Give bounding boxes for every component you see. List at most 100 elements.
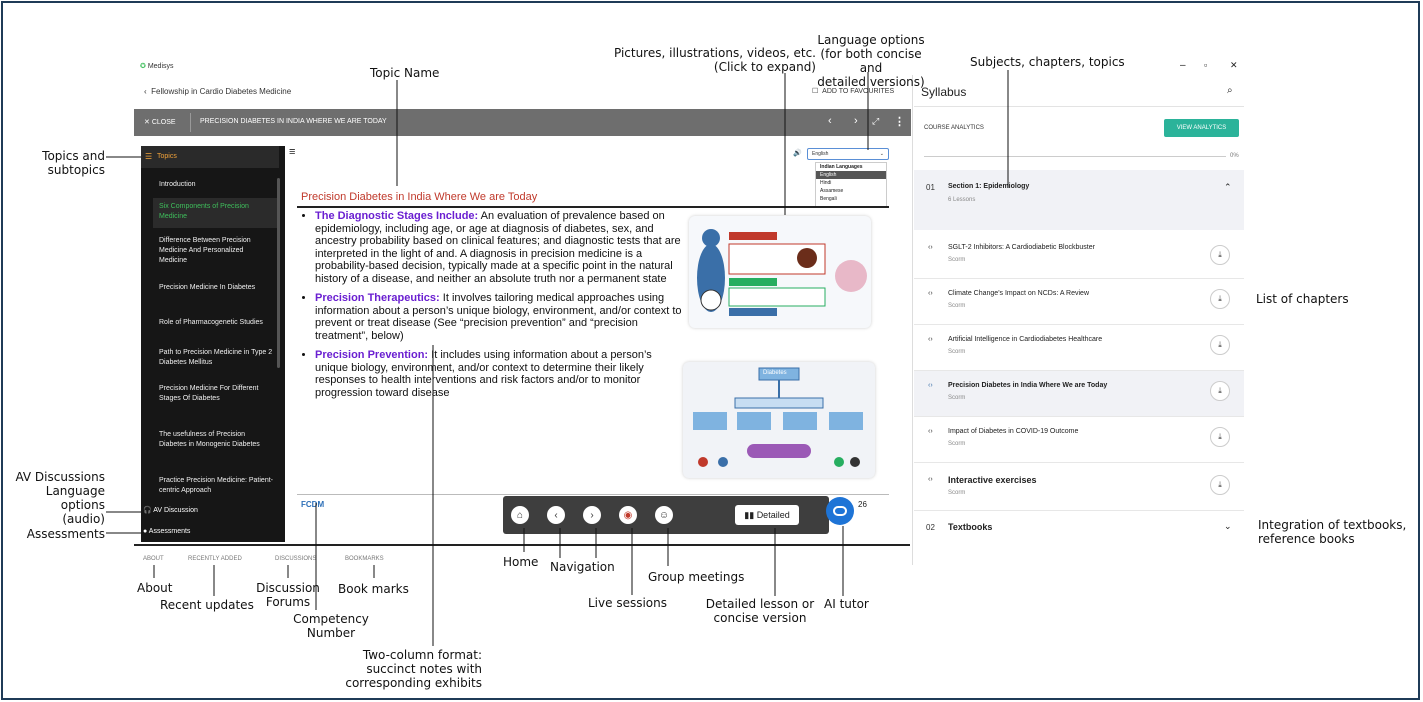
download-icon[interactable]: ⤓ xyxy=(1210,381,1230,401)
group-meeting-button[interactable]: ☺ xyxy=(655,506,673,524)
lesson-title: Impact of Diabetes in COVID-19 Outcome xyxy=(948,428,1079,435)
next-icon[interactable]: › xyxy=(854,115,858,127)
annotation-list-chapters: List of chapters xyxy=(1256,292,1349,306)
bookmark-icon: ☐ xyxy=(812,88,819,95)
download-icon[interactable]: ⤓ xyxy=(1210,475,1230,495)
sidebar-item[interactable]: Difference Between Precision Medicine An… xyxy=(153,232,279,270)
view-analytics-button[interactable]: VIEW ANALYTICS xyxy=(1164,119,1239,137)
annotation-ai: AI tutor xyxy=(824,597,869,611)
live-session-button[interactable]: ◉ xyxy=(619,506,637,524)
nav-back-button[interactable]: ‹ xyxy=(547,506,565,524)
menu-icon[interactable]: ≡ xyxy=(289,146,295,158)
annotation-two-column: Two-column format: succinct notes with c… xyxy=(345,648,482,690)
annotation-navigation: Navigation xyxy=(550,560,615,574)
code-icon: ‹› xyxy=(928,336,933,343)
language-select[interactable]: English ⌄ xyxy=(807,148,889,160)
lesson-row[interactable]: ‹› Climate Change's Impact on NCDs: A Re… xyxy=(914,279,1244,325)
prev-icon[interactable]: ‹ xyxy=(828,115,832,127)
tab-bookmarks[interactable]: BOOKMARKS xyxy=(345,556,384,562)
sidebar-item[interactable]: Introduction xyxy=(153,176,279,194)
section-number: 01 xyxy=(926,183,935,192)
headphones-icon: 🎧 xyxy=(143,507,152,514)
exhibit-image-1[interactable] xyxy=(689,216,871,328)
page-number: 26 xyxy=(858,500,867,509)
lesson-row[interactable]: ‹› Impact of Diabetes in COVID-19 Outcom… xyxy=(914,417,1244,463)
tab-recently-added[interactable]: RECENTLY ADDED xyxy=(188,556,242,562)
search-icon[interactable]: ⌕ xyxy=(1227,85,1233,96)
annotation-av-language: AV Discussions Language options (audio) xyxy=(15,470,105,526)
divider xyxy=(190,113,191,132)
sidebar-scrollbar[interactable] xyxy=(277,178,280,368)
note-bullet: Precision Therapeutics: It involves tail… xyxy=(315,292,683,342)
download-icon[interactable]: ⤓ xyxy=(1210,427,1230,447)
language-option[interactable]: English xyxy=(816,171,886,179)
annotation-live: Live sessions xyxy=(588,596,667,610)
home-button[interactable]: ⌂ xyxy=(511,506,529,524)
sidebar-item-active[interactable]: Six Components of Precision Medicine xyxy=(153,198,279,228)
more-icon[interactable]: ⋮ xyxy=(894,115,905,128)
download-icon[interactable]: ⤓ xyxy=(1210,335,1230,355)
section-lessons: 6 Lessons xyxy=(948,197,976,203)
topics-header[interactable]: ☰ Topics xyxy=(141,146,279,168)
assessments-item[interactable]: ● Assessments xyxy=(143,528,190,535)
code-icon: ‹› xyxy=(928,476,933,483)
lesson-title: Artificial Intelligence in Cardiodiabete… xyxy=(948,336,1103,343)
annotation-about: About xyxy=(137,581,173,595)
minimize-icon[interactable]: – xyxy=(1180,60,1186,71)
annotation-integration: Integration of textbooks, reference book… xyxy=(1258,518,1407,546)
language-group: Indian Languages xyxy=(820,164,863,170)
lesson-title: Interactive exercises xyxy=(948,475,1037,485)
sidebar-item[interactable]: Precision Medicine For Different Stages … xyxy=(153,380,279,408)
lesson-row[interactable]: ‹› Artificial Intelligence in Cardiodiab… xyxy=(914,325,1244,371)
expand-icon[interactable]: ⤢ xyxy=(872,116,879,127)
code-icon: ‹› xyxy=(928,290,933,297)
maximize-icon[interactable]: ▫ xyxy=(1204,60,1207,70)
close-button[interactable]: ✕ CLOSE xyxy=(144,118,176,126)
detailed-toggle[interactable]: ▮▮ Detailed xyxy=(735,505,799,525)
nav-forward-button[interactable]: › xyxy=(583,506,601,524)
annotation-pictures: Pictures, illustrations, videos, etc. (C… xyxy=(613,46,816,74)
annotation-topics: Topics and subtopics xyxy=(42,149,105,177)
sidebar-item[interactable]: The usefulness of Precision Diabetes in … xyxy=(153,426,279,454)
sidebar-item[interactable]: Path to Precision Medicine in Type 2 Dia… xyxy=(153,344,279,372)
close-window-icon[interactable]: ✕ xyxy=(1230,60,1238,71)
course-breadcrumb[interactable]: ‹ Fellowship in Cardio Diabetes Medicine xyxy=(144,87,291,96)
audio-icon[interactable]: 🔊 xyxy=(793,149,802,157)
tab-discussions[interactable]: DISCUSSIONS xyxy=(275,556,316,562)
av-discussion-item[interactable]: 🎧 AV Discussion xyxy=(143,506,198,514)
language-option[interactable]: Assamese xyxy=(816,187,886,195)
language-option[interactable]: Bengali xyxy=(816,195,886,203)
section-title: Textbooks xyxy=(948,522,993,532)
language-dropdown[interactable]: Indian Languages English Hindi Assamese … xyxy=(815,162,887,208)
bottom-toolbar: ⌂ ‹ › ◉ ☺ ▮▮ Detailed xyxy=(503,496,829,534)
exhibit-diagram xyxy=(693,367,863,467)
section-2[interactable]: 02 Textbooks ⌄ xyxy=(914,511,1244,547)
chevron-down-icon[interactable]: ⌄ xyxy=(1224,521,1232,532)
lesson-row[interactable]: ‹› Interactive exercises Scorm ⤓ xyxy=(914,463,1244,511)
topics-header-label: Topics xyxy=(157,153,177,160)
notes-list: The Diagnostic Stages Include: An evalua… xyxy=(299,210,683,399)
list-icon: ☰ xyxy=(145,152,153,161)
annotation-subjects: Subjects, chapters, topics xyxy=(970,55,1125,69)
footer-rule xyxy=(297,494,889,495)
ai-tutor-button[interactable] xyxy=(826,497,854,525)
topics-sidebar: ☰ Topics Introduction Six Components of … xyxy=(141,146,285,542)
tab-about[interactable]: ABOUT xyxy=(143,556,164,562)
exhibit-image-2[interactable]: Diabetes xyxy=(683,362,875,478)
syllabus-divider xyxy=(912,75,913,565)
lesson-type: Scorm xyxy=(948,303,966,309)
section-1[interactable]: 01 Section 1: Epidemiology 6 Lessons ⌃ xyxy=(914,170,1244,230)
lesson-row[interactable]: ‹› SGLT-2 Inhibitors: A Cardiodiabetic B… xyxy=(914,233,1244,279)
book-icon: ▮▮ xyxy=(744,509,755,520)
annotation-recent: Recent updates xyxy=(160,598,254,612)
progress-bar xyxy=(924,156,1226,157)
back-chevron-icon[interactable]: ‹ xyxy=(144,87,147,96)
sidebar-item[interactable]: Role of Pharmacogenetic Studies xyxy=(153,314,279,332)
language-option[interactable]: Hindi xyxy=(816,179,886,187)
download-icon[interactable]: ⤓ xyxy=(1210,289,1230,309)
sidebar-item[interactable]: Precision Medicine In Diabetes xyxy=(153,279,279,297)
download-icon[interactable]: ⤓ xyxy=(1210,245,1230,265)
sidebar-item[interactable]: Practice Precision Medicine: Patient-cen… xyxy=(153,472,279,500)
lesson-row-active[interactable]: ‹› Precision Diabetes in India Where We … xyxy=(914,371,1244,417)
chevron-up-icon[interactable]: ⌃ xyxy=(1224,182,1232,193)
